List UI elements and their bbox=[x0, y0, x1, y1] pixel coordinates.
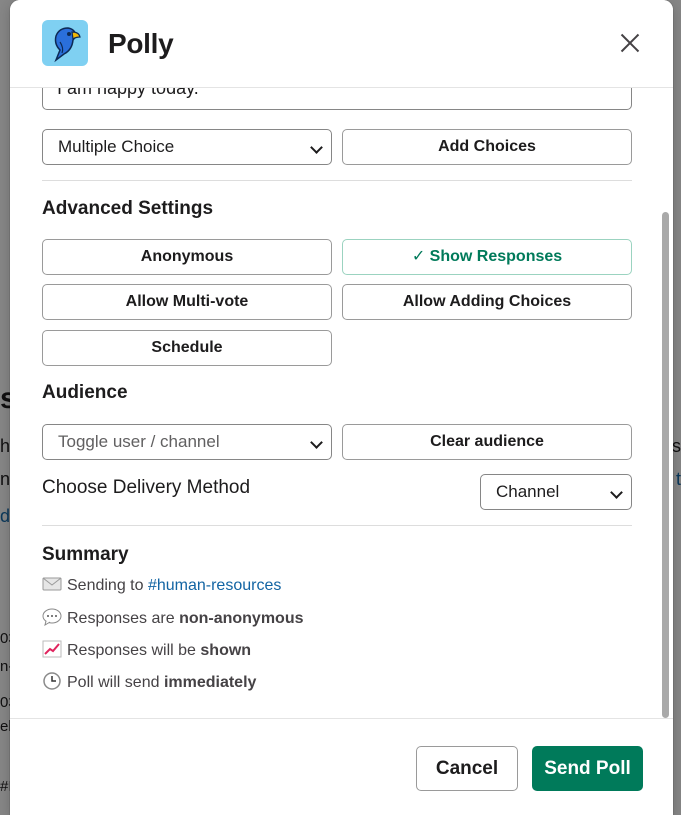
background-link: d bbox=[0, 506, 11, 526]
divider bbox=[42, 180, 632, 181]
audience-select[interactable]: Toggle user / channel bbox=[42, 424, 332, 460]
summary-line-anonymity: Responses are non-anonymous bbox=[42, 608, 304, 630]
anonymous-button[interactable]: Anonymous bbox=[42, 239, 332, 275]
summary-title: Summary bbox=[42, 544, 129, 565]
question-input[interactable]: I am happy today. bbox=[42, 88, 632, 110]
parrot-icon bbox=[42, 20, 88, 66]
delivery-method-value: Channel bbox=[496, 482, 560, 501]
allow-multivote-button[interactable]: Allow Multi-vote bbox=[42, 284, 332, 320]
clock-icon bbox=[42, 672, 62, 690]
poll-type-select[interactable]: Multiple Choice bbox=[42, 129, 332, 165]
background-text: s bbox=[672, 436, 681, 456]
chevron-down-icon bbox=[310, 141, 323, 154]
allow-adding-choices-button[interactable]: Allow Adding Choices bbox=[342, 284, 632, 320]
audience-placeholder: Toggle user / channel bbox=[58, 432, 220, 451]
show-responses-button[interactable]: ✓ Show Responses bbox=[342, 239, 632, 275]
modal-footer: Cancel Send Poll bbox=[10, 718, 673, 815]
envelope-icon bbox=[42, 575, 62, 593]
channel-link[interactable]: #human-resources bbox=[148, 577, 281, 594]
summary-line-responses: Responses will be shown bbox=[42, 640, 251, 662]
chart-increasing-icon bbox=[42, 640, 62, 658]
schedule-button[interactable]: Schedule bbox=[42, 330, 332, 366]
background-link: t bbox=[675, 469, 681, 489]
divider bbox=[42, 525, 632, 526]
chevron-down-icon bbox=[610, 486, 623, 499]
cancel-button[interactable]: Cancel bbox=[416, 746, 518, 791]
polly-modal: Polly I am happy today. Multiple Choice … bbox=[10, 0, 673, 815]
delivery-method-label: Choose Delivery Method bbox=[42, 477, 251, 498]
advanced-settings-title: Advanced Settings bbox=[42, 198, 214, 219]
modal-header: Polly bbox=[10, 0, 673, 88]
scrollbar[interactable] bbox=[662, 212, 669, 718]
send-poll-button[interactable]: Send Poll bbox=[532, 746, 643, 791]
audience-title: Audience bbox=[42, 382, 128, 403]
chevron-down-icon bbox=[310, 436, 323, 449]
delivery-method-select[interactable]: Channel bbox=[480, 474, 632, 510]
modal-body: I am happy today. Multiple Choice Add Ch… bbox=[10, 88, 673, 718]
speech-bubble-icon bbox=[42, 608, 62, 627]
add-choices-button[interactable]: Add Choices bbox=[342, 129, 632, 165]
summary-line-channel: Sending to #human-resources bbox=[42, 575, 281, 597]
poll-type-value: Multiple Choice bbox=[58, 137, 175, 156]
clear-audience-button[interactable]: Clear audience bbox=[342, 424, 632, 460]
summary-line-schedule: Poll will send immediately bbox=[42, 672, 256, 694]
modal-title: Polly bbox=[108, 28, 174, 59]
close-icon[interactable] bbox=[617, 30, 643, 56]
